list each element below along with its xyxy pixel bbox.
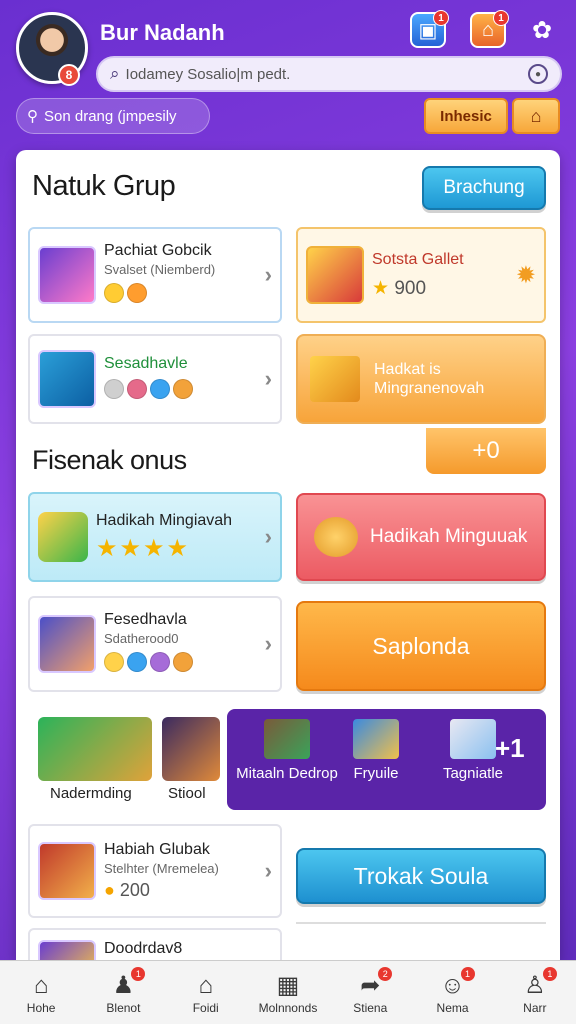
card-value: 200 bbox=[119, 880, 150, 900]
search-icon: ⚲ bbox=[27, 108, 38, 125]
items-strip: Mitaaln Dedrop Fryuile Tagniatle +1 bbox=[227, 709, 546, 810]
gift-line-1: Hadkat is bbox=[374, 360, 441, 378]
orange-action-button[interactable]: Saplonda bbox=[296, 601, 546, 691]
nav-share[interactable]: ➦ 2 Stiena bbox=[329, 961, 411, 1024]
gallery-icon[interactable]: ▣ 1 bbox=[410, 10, 449, 48]
group-thumbnail bbox=[38, 350, 96, 408]
section-title-group: Natuk Grup bbox=[32, 170, 176, 202]
reward-title: Sotsta Gallet bbox=[372, 250, 464, 268]
group-thumbnail bbox=[38, 940, 96, 960]
avatar-badge: 8 bbox=[58, 64, 80, 86]
group-card[interactable]: Fesedhavla Sdatherood0 › bbox=[28, 596, 282, 692]
voice-icon[interactable]: ● bbox=[528, 64, 548, 84]
grid-icon: ▦ bbox=[276, 971, 300, 999]
chevron-right-icon: › bbox=[264, 524, 272, 549]
plus-counter: +0 bbox=[426, 428, 546, 474]
gift-box-icon bbox=[310, 356, 360, 402]
strip-item[interactable]: Mitaaln Dedrop bbox=[233, 719, 341, 782]
blue-action-button[interactable]: Trokak Soula bbox=[296, 848, 546, 904]
search-icon: ⌕ bbox=[110, 64, 120, 83]
group-thumbnail bbox=[38, 615, 96, 673]
section-title-bonus: Fisenak onus bbox=[32, 445, 187, 475]
action-button[interactable]: Brachung bbox=[422, 166, 546, 210]
main-panel: Natuk Grup Brachung Pachiat Gobcik Svals… bbox=[16, 150, 560, 960]
weekly-gift-label: Hadikah Minguuak bbox=[370, 526, 528, 547]
group-thumbnail bbox=[38, 842, 96, 900]
gift-icon bbox=[38, 512, 88, 562]
gift-line-2: Mingranenovah bbox=[374, 380, 485, 397]
group-card[interactable]: Pachiat Gobcik Svalset (Niemberd) › bbox=[28, 227, 282, 323]
house-icon: ⌂ bbox=[198, 971, 213, 999]
coin-bag-icon: ✹ bbox=[515, 261, 536, 289]
card-title: Pachiat Gobcik bbox=[104, 242, 212, 259]
basket-icon bbox=[353, 719, 399, 759]
nav-badge: 1 bbox=[460, 967, 475, 981]
weekly-gift-button[interactable]: Hadikah Minguuak bbox=[296, 493, 546, 581]
star-rating: ★★★★ bbox=[96, 534, 191, 562]
search-input[interactable]: Iodamey Sosalio|m pedt. bbox=[126, 66, 528, 83]
game-label: Stiool bbox=[168, 785, 206, 802]
home-icon: ⌂ bbox=[33, 971, 49, 999]
money-bag-icon bbox=[314, 517, 358, 557]
divider bbox=[296, 922, 546, 924]
bookmark-icon[interactable]: ⌂ bbox=[512, 98, 560, 134]
group-thumbnail bbox=[38, 246, 96, 304]
chevron-right-icon: › bbox=[264, 858, 272, 883]
strip-item-label: Tagniatle bbox=[442, 765, 504, 782]
game-thumbnail[interactable] bbox=[38, 717, 152, 781]
nav-profile[interactable]: ☺ 1 Nema bbox=[411, 961, 493, 1024]
gift-card[interactable]: Hadkat is Mingranenovah bbox=[296, 334, 546, 424]
trophy-icon bbox=[306, 246, 364, 304]
strip-item-label: Mitaaln Dedrop bbox=[236, 765, 338, 782]
nav-grid[interactable]: ▦ Molnnonds bbox=[247, 961, 329, 1024]
strip-item-label: Fryuile bbox=[353, 765, 399, 782]
nav-home[interactable]: ⌂ Hohe bbox=[0, 961, 82, 1024]
nav-badge: 1 bbox=[542, 967, 557, 981]
sub-search-text: Son drang (jmpesily bbox=[44, 107, 177, 125]
badge-row bbox=[104, 652, 193, 672]
card-subtitle: Sdatherood0 bbox=[104, 631, 179, 646]
game-label: Nadermding bbox=[50, 785, 132, 802]
username: Bur Nadanh bbox=[100, 20, 225, 45]
card-subtitle: Stelhter (Mremelea) bbox=[104, 861, 219, 876]
notification-badge: 1 bbox=[493, 10, 509, 26]
nav-house[interactable]: ⌂ Foidi bbox=[165, 961, 247, 1024]
reward-value: 900 bbox=[394, 277, 427, 299]
friends-icon[interactable]: ✿ bbox=[524, 12, 560, 48]
card-title: Fesedhavla bbox=[104, 611, 187, 628]
box-icon bbox=[450, 719, 496, 759]
shop-icon[interactable]: ⌂ 1 bbox=[470, 10, 509, 48]
group-card[interactable]: Doodrdav8 bbox=[28, 928, 282, 960]
sub-search-field[interactable]: ⚲ Son drang (jmpesily bbox=[16, 98, 210, 134]
nav-friends[interactable]: ♟ 1 Blenot bbox=[82, 961, 164, 1024]
reward-card[interactable]: Sotsta Gallet ★ 900 ✹ bbox=[296, 227, 546, 323]
badge-row bbox=[104, 283, 147, 303]
strip-plus: +1 bbox=[495, 733, 525, 763]
game-thumbnail[interactable] bbox=[162, 717, 220, 781]
search-bar[interactable]: ⌕ Iodamey Sosalio|m pedt. ● bbox=[96, 56, 562, 92]
nav-badge: 2 bbox=[378, 967, 393, 981]
app-header: 8 Bur Nadanh ▣ 1 ⌂ 1 ✿ ⌕ Iodamey Sosalio… bbox=[0, 0, 576, 150]
weekly-card[interactable]: Hadikah Mingiavah ★★★★ › bbox=[28, 492, 282, 582]
card-subtitle: Svalset (Niemberd) bbox=[104, 262, 216, 277]
bottom-nav: ⌂ Hohe ♟ 1 Blenot ⌂ Foidi ▦ Molnnonds ➦ 2 Stien… bbox=[0, 960, 576, 1024]
coin-icon: ● bbox=[104, 880, 115, 900]
strip-item[interactable]: Fryuile bbox=[343, 719, 409, 782]
card-title: Doodrdav8 bbox=[104, 940, 183, 957]
chevron-right-icon: › bbox=[264, 262, 272, 287]
nav-user[interactable]: ♙ 1 Narr bbox=[494, 961, 576, 1024]
group-card[interactable]: Sesadhavle › bbox=[28, 334, 282, 424]
chevron-right-icon: › bbox=[264, 366, 272, 391]
chevron-right-icon: › bbox=[264, 631, 272, 656]
card-title: Sesadhavle bbox=[104, 354, 188, 372]
star-icon: ★ bbox=[372, 277, 390, 299]
badge-row bbox=[104, 378, 193, 399]
nav-badge: 1 bbox=[131, 967, 146, 981]
card-title: Habiah Glubak bbox=[104, 841, 210, 858]
top-action-button[interactable]: Inhesic bbox=[424, 98, 508, 134]
card-title: Hadikah Mingiavah bbox=[96, 511, 233, 529]
notification-badge: 1 bbox=[433, 10, 449, 26]
group-card[interactable]: Habiah Glubak Stelhter (Mremelea) ● 200 … bbox=[28, 824, 282, 918]
crate-icon bbox=[264, 719, 310, 759]
